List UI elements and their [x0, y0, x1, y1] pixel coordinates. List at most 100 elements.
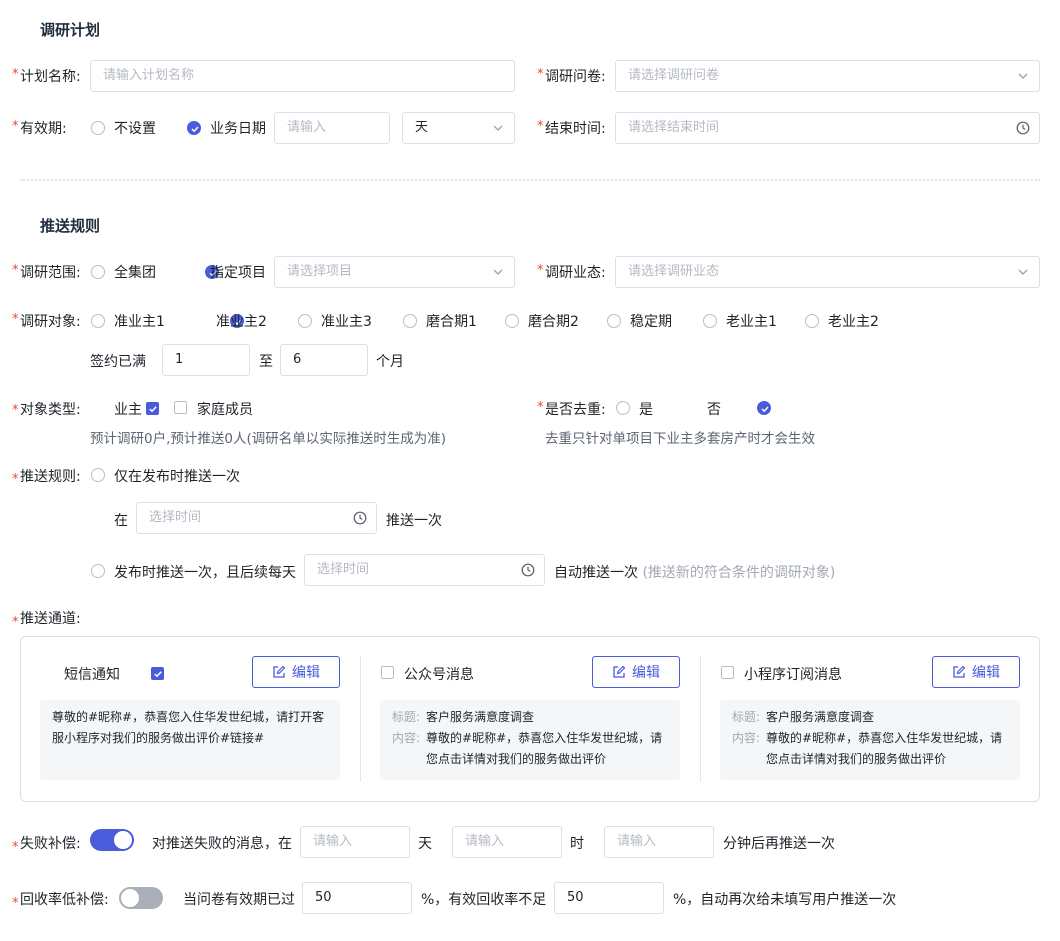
- target-option-7: 老业主1: [726, 314, 777, 330]
- dedupe-option-yes: 是: [639, 402, 653, 418]
- edit-button-official[interactable]: 编辑: [592, 656, 680, 688]
- questionnaire-select[interactable]: 请选择调研问卷: [615, 60, 1040, 92]
- required-mark: *: [12, 840, 19, 855]
- channel-title-official: 客户服务满意度调查: [426, 710, 535, 724]
- required-mark: *: [12, 67, 19, 82]
- fail-days-input[interactable]: 请输入: [300, 826, 410, 858]
- fail-compensation-switch[interactable]: [90, 829, 134, 851]
- low-rate-threshold-input[interactable]: 50: [554, 882, 664, 914]
- chevron-down-icon: [1018, 269, 1028, 275]
- check-icon: [153, 671, 162, 678]
- target-radio-7[interactable]: [703, 314, 717, 328]
- contract-to-input[interactable]: 6: [280, 344, 368, 376]
- channel-separator: [700, 656, 701, 782]
- required-mark: *: [12, 263, 19, 278]
- dedupe-label: 是否去重:: [545, 402, 606, 418]
- rule-option-once: 仅在发布时推送一次: [114, 469, 240, 485]
- contract-prefix: 签约已满: [90, 354, 146, 370]
- target-radio-1[interactable]: [91, 314, 105, 328]
- low-rate-text: 当问卷有效期已过: [183, 892, 295, 908]
- clock-icon: [353, 511, 367, 525]
- low-rate-switch[interactable]: [119, 887, 163, 909]
- channel-preview-sms: 尊敬的#昵称#，恭喜您入住华发世纪城，请打开客服小程序对我们的服务做出评价#链接…: [40, 700, 340, 780]
- fail-hour-unit: 时: [570, 836, 584, 852]
- dedupe-radio-yes[interactable]: [616, 401, 630, 415]
- validity-radio-business-date[interactable]: [187, 121, 201, 135]
- channel-preview-official: 标题: 客户服务满意度调查 内容: 尊敬的#昵称#，恭喜您入住华发世纪城，请您点击详…: [380, 700, 680, 780]
- edit-button-label: 编辑: [632, 665, 660, 681]
- validity-days-input[interactable]: 请输入: [274, 112, 390, 144]
- required-mark: *: [537, 263, 544, 278]
- rule-radio-daily[interactable]: [91, 564, 105, 578]
- channel-content-sms: 尊敬的#昵称#，恭喜您入住华发世纪城，请打开客服小程序对我们的服务做出评价#链接…: [52, 710, 325, 745]
- content-key: 内容:: [732, 731, 761, 745]
- edit-button-sms[interactable]: 编辑: [252, 656, 340, 688]
- object-type-checkbox-family[interactable]: [174, 401, 187, 414]
- rule-at-time-picker[interactable]: 选择时间: [136, 502, 377, 534]
- channel-content-row: 内容: 尊敬的#昵称#，恭喜您入住华发世纪城，请您点击详情对我们的服务做出评价: [392, 728, 668, 770]
- target-radio-4[interactable]: [403, 314, 417, 328]
- target-option-3: 准业主3: [321, 314, 372, 330]
- rule-daily-suffix-text: 自动推送一次: [554, 565, 638, 581]
- channel-checkbox-miniprogram[interactable]: [721, 666, 734, 679]
- chevron-down-icon: [493, 125, 503, 131]
- edit-icon: [953, 665, 966, 678]
- fail-compensation-suffix: 分钟后再推送一次: [723, 836, 835, 852]
- dedupe-option-no: 否: [707, 402, 721, 418]
- title-key: 标题:: [392, 710, 421, 724]
- format-select[interactable]: 请选择调研业态: [615, 256, 1040, 288]
- target-radio-6[interactable]: [607, 314, 621, 328]
- object-type-option-owner: 业主: [114, 402, 142, 418]
- title-key: 标题:: [732, 710, 761, 724]
- project-select[interactable]: 请选择项目: [274, 256, 515, 288]
- edit-button-miniprogram[interactable]: 编辑: [932, 656, 1020, 688]
- low-rate-validity-input[interactable]: 50: [302, 882, 412, 914]
- target-option-4: 磨合期1: [426, 314, 477, 330]
- end-time-placeholder: 请选择结束时间: [628, 120, 720, 135]
- scope-option-project: 指定项目: [210, 265, 266, 281]
- format-placeholder: 请选择调研业态: [628, 264, 720, 279]
- edit-icon: [273, 665, 286, 678]
- rule-daily-time-picker[interactable]: 选择时间: [304, 554, 545, 586]
- fail-hours-input[interactable]: 请输入: [452, 826, 562, 858]
- rule-radio-once[interactable]: [91, 468, 105, 482]
- plan-name-input[interactable]: 请输入计划名称: [90, 60, 515, 92]
- validity-unit-value: 天: [415, 120, 429, 135]
- target-radio-5[interactable]: [505, 314, 519, 328]
- end-time-picker[interactable]: 请选择结束时间: [615, 112, 1040, 144]
- required-mark: *: [537, 119, 544, 134]
- channel-name-sms: 短信通知: [64, 667, 120, 683]
- channel-checkbox-official[interactable]: [381, 666, 394, 679]
- check-icon: [761, 406, 769, 413]
- dedupe-radio-no[interactable]: [756, 401, 771, 415]
- object-type-label: 对象类型:: [20, 402, 81, 418]
- channel-title-row: 标题: 客户服务满意度调查: [392, 707, 668, 728]
- object-estimate-hint: 预计调研0户,预计推送0人(调研名单以实际推送时生成为准): [90, 431, 447, 447]
- clock-icon: [1016, 121, 1030, 135]
- low-rate-mid: %，有效回收率不足: [421, 892, 547, 908]
- low-rate-label: 回收率低补偿:: [20, 892, 109, 908]
- contract-from-input[interactable]: 1: [162, 344, 250, 376]
- object-type-checkbox-owner[interactable]: [146, 402, 160, 415]
- scope-radio-group[interactable]: [91, 265, 105, 279]
- target-option-6: 稳定期: [630, 314, 672, 330]
- channel-checkbox-sms[interactable]: [150, 667, 164, 680]
- target-radio-8[interactable]: [805, 314, 819, 328]
- channel-preview-miniprogram: 标题: 客户服务满意度调查 内容: 尊敬的#昵称#，恭喜您入住华发世纪城，请您点击详…: [720, 700, 1020, 780]
- validity-unit-select[interactable]: 天: [402, 112, 515, 144]
- low-rate-suffix: %，自动再次给未填写用户推送一次: [673, 892, 897, 908]
- fail-compensation-text: 对推送失败的消息，在: [152, 836, 292, 852]
- format-label: 调研业态:: [545, 265, 606, 281]
- rule-at-placeholder: 选择时间: [149, 510, 202, 525]
- target-radio-3[interactable]: [298, 314, 312, 328]
- switch-knob: [121, 889, 139, 907]
- target-option-5: 磨合期2: [528, 314, 579, 330]
- edit-icon: [613, 665, 626, 678]
- validity-radio-none[interactable]: [91, 121, 105, 135]
- required-mark: *: [12, 312, 19, 327]
- clock-icon: [521, 563, 535, 577]
- validity-label: 有效期:: [20, 121, 67, 137]
- chevron-down-icon: [1018, 73, 1028, 79]
- channel-title-row: 标题: 客户服务满意度调查: [732, 707, 1008, 728]
- fail-minutes-input[interactable]: 请输入: [604, 826, 714, 858]
